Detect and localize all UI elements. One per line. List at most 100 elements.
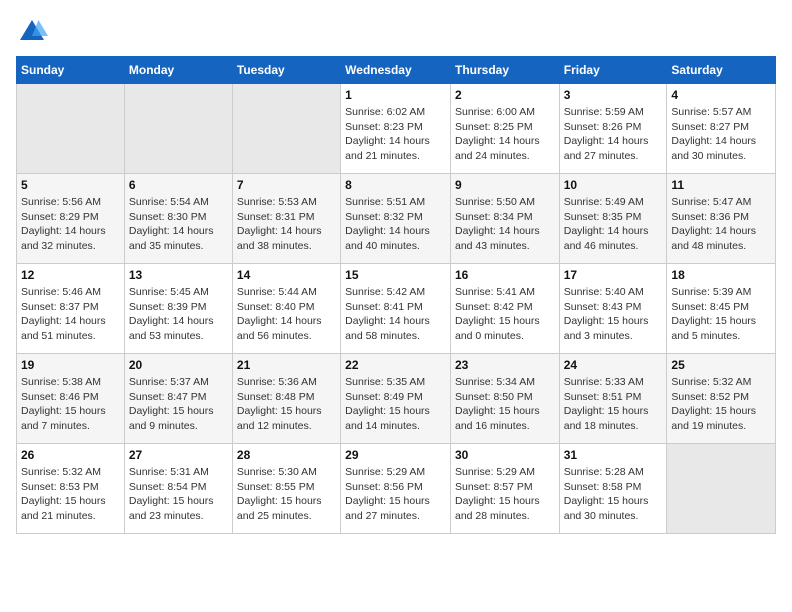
calendar-cell: 18Sunrise: 5:39 AM Sunset: 8:45 PM Dayli… bbox=[667, 264, 776, 354]
day-number: 20 bbox=[129, 358, 228, 372]
day-number: 17 bbox=[564, 268, 663, 282]
calendar-cell: 6 Sunrise: 5:54 AM Sunset: 8:30 PM Daylig… bbox=[124, 174, 232, 264]
header-monday: Monday bbox=[124, 57, 232, 84]
day-number: 10 bbox=[564, 178, 663, 192]
calendar-cell: 4Sunrise: 5:57 AM Sunset: 8:27 PM Daylig… bbox=[667, 84, 776, 174]
day-number: 27 bbox=[129, 448, 228, 462]
day-info: Sunrise: 5:32 AM Sunset: 8:52 PM Dayligh… bbox=[671, 375, 771, 434]
calendar-cell: 17 Sunrise: 5:40 AM Sunset: 8:43 PM Dayli… bbox=[559, 264, 667, 354]
day-number: 18 bbox=[671, 268, 771, 282]
day-number: 7 bbox=[237, 178, 336, 192]
day-info: Sunrise: 5:47 AM Sunset: 8:36 PM Dayligh… bbox=[671, 195, 771, 254]
calendar-cell: 13 Sunrise: 5:45 AM Sunset: 8:39 PM Dayli… bbox=[124, 264, 232, 354]
day-number: 30 bbox=[455, 448, 555, 462]
day-info: Sunrise: 5:40 AM Sunset: 8:43 PM Dayligh… bbox=[564, 285, 663, 344]
day-number: 26 bbox=[21, 448, 120, 462]
day-number: 6 bbox=[129, 178, 228, 192]
calendar-cell: 9Sunrise: 5:50 AM Sunset: 8:34 PM Daylig… bbox=[450, 174, 559, 264]
calendar-cell: 11 Sunrise: 5:47 AM Sunset: 8:36 PM Dayli… bbox=[667, 174, 776, 264]
day-info: Sunrise: 5:56 AM Sunset: 8:29 PM Dayligh… bbox=[21, 195, 120, 254]
day-info: Sunrise: 6:02 AM Sunset: 8:23 PM Dayligh… bbox=[345, 105, 446, 164]
day-number: 23 bbox=[455, 358, 555, 372]
calendar-cell: 5 Sunrise: 5:56 AM Sunset: 8:29 PM Daylig… bbox=[17, 174, 125, 264]
header-row: SundayMondayTuesdayWednesdayThursdayFrid… bbox=[17, 57, 776, 84]
page-header bbox=[16, 16, 776, 48]
day-number: 3 bbox=[564, 88, 663, 102]
header-sunday: Sunday bbox=[17, 57, 125, 84]
calendar-cell: 12 Sunrise: 5:46 AM Sunset: 8:37 PM Dayli… bbox=[17, 264, 125, 354]
week-row-4: 19 Sunrise: 5:38 AM Sunset: 8:46 PM Dayli… bbox=[17, 354, 776, 444]
day-info: Sunrise: 5:32 AM Sunset: 8:53 PM Dayligh… bbox=[21, 465, 120, 524]
day-info: Sunrise: 5:34 AM Sunset: 8:50 PM Dayligh… bbox=[455, 375, 555, 434]
calendar-cell: 22Sunrise: 5:35 AM Sunset: 8:49 PM Dayli… bbox=[341, 354, 451, 444]
day-number: 21 bbox=[237, 358, 336, 372]
calendar-cell: 21 Sunrise: 5:36 AM Sunset: 8:48 PM Dayli… bbox=[232, 354, 340, 444]
calendar-cell: 29 Sunrise: 5:29 AM Sunset: 8:56 PM Dayli… bbox=[341, 444, 451, 534]
day-info: Sunrise: 5:31 AM Sunset: 8:54 PM Dayligh… bbox=[129, 465, 228, 524]
calendar-cell: 7 Sunrise: 5:53 AM Sunset: 8:31 PM Daylig… bbox=[232, 174, 340, 264]
calendar-cell: 25 Sunrise: 5:32 AM Sunset: 8:52 PM Dayli… bbox=[667, 354, 776, 444]
day-info: Sunrise: 5:29 AM Sunset: 8:57 PM Dayligh… bbox=[455, 465, 555, 524]
week-row-2: 5 Sunrise: 5:56 AM Sunset: 8:29 PM Daylig… bbox=[17, 174, 776, 264]
day-number: 8 bbox=[345, 178, 446, 192]
day-number: 24 bbox=[564, 358, 663, 372]
day-number: 29 bbox=[345, 448, 446, 462]
day-info: Sunrise: 5:36 AM Sunset: 8:48 PM Dayligh… bbox=[237, 375, 336, 434]
calendar-cell: 10 Sunrise: 5:49 AM Sunset: 8:35 PM Dayli… bbox=[559, 174, 667, 264]
day-info: Sunrise: 5:37 AM Sunset: 8:47 PM Dayligh… bbox=[129, 375, 228, 434]
header-tuesday: Tuesday bbox=[232, 57, 340, 84]
day-number: 12 bbox=[21, 268, 120, 282]
day-number: 1 bbox=[345, 88, 446, 102]
day-info: Sunrise: 5:33 AM Sunset: 8:51 PM Dayligh… bbox=[564, 375, 663, 434]
day-info: Sunrise: 5:28 AM Sunset: 8:58 PM Dayligh… bbox=[564, 465, 663, 524]
day-info: Sunrise: 5:54 AM Sunset: 8:30 PM Dayligh… bbox=[129, 195, 228, 254]
day-info: Sunrise: 5:35 AM Sunset: 8:49 PM Dayligh… bbox=[345, 375, 446, 434]
day-info: Sunrise: 5:51 AM Sunset: 8:32 PM Dayligh… bbox=[345, 195, 446, 254]
day-number: 11 bbox=[671, 178, 771, 192]
day-number: 31 bbox=[564, 448, 663, 462]
calendar-cell: 1 Sunrise: 6:02 AM Sunset: 8:23 PM Daylig… bbox=[341, 84, 451, 174]
calendar-cell: 15Sunrise: 5:42 AM Sunset: 8:41 PM Dayli… bbox=[341, 264, 451, 354]
day-info: Sunrise: 5:45 AM Sunset: 8:39 PM Dayligh… bbox=[129, 285, 228, 344]
day-number: 14 bbox=[237, 268, 336, 282]
day-number: 19 bbox=[21, 358, 120, 372]
day-info: Sunrise: 5:59 AM Sunset: 8:26 PM Dayligh… bbox=[564, 105, 663, 164]
day-number: 5 bbox=[21, 178, 120, 192]
day-info: Sunrise: 5:29 AM Sunset: 8:56 PM Dayligh… bbox=[345, 465, 446, 524]
calendar-cell: 3 Sunrise: 5:59 AM Sunset: 8:26 PM Daylig… bbox=[559, 84, 667, 174]
header-friday: Friday bbox=[559, 57, 667, 84]
calendar-cell: 20 Sunrise: 5:37 AM Sunset: 8:47 PM Dayli… bbox=[124, 354, 232, 444]
day-number: 13 bbox=[129, 268, 228, 282]
day-info: Sunrise: 5:53 AM Sunset: 8:31 PM Dayligh… bbox=[237, 195, 336, 254]
day-info: Sunrise: 5:46 AM Sunset: 8:37 PM Dayligh… bbox=[21, 285, 120, 344]
header-saturday: Saturday bbox=[667, 57, 776, 84]
day-info: Sunrise: 5:30 AM Sunset: 8:55 PM Dayligh… bbox=[237, 465, 336, 524]
day-info: Sunrise: 5:44 AM Sunset: 8:40 PM Dayligh… bbox=[237, 285, 336, 344]
day-number: 25 bbox=[671, 358, 771, 372]
day-number: 28 bbox=[237, 448, 336, 462]
header-wednesday: Wednesday bbox=[341, 57, 451, 84]
calendar-cell: 27 Sunrise: 5:31 AM Sunset: 8:54 PM Dayli… bbox=[124, 444, 232, 534]
calendar-cell bbox=[232, 84, 340, 174]
calendar-cell: 16 Sunrise: 5:41 AM Sunset: 8:42 PM Dayli… bbox=[450, 264, 559, 354]
calendar-cell: 8 Sunrise: 5:51 AM Sunset: 8:32 PM Daylig… bbox=[341, 174, 451, 264]
day-number: 16 bbox=[455, 268, 555, 282]
day-info: Sunrise: 5:49 AM Sunset: 8:35 PM Dayligh… bbox=[564, 195, 663, 254]
week-row-3: 12 Sunrise: 5:46 AM Sunset: 8:37 PM Dayli… bbox=[17, 264, 776, 354]
day-info: Sunrise: 5:38 AM Sunset: 8:46 PM Dayligh… bbox=[21, 375, 120, 434]
calendar-cell: 19 Sunrise: 5:38 AM Sunset: 8:46 PM Dayli… bbox=[17, 354, 125, 444]
day-info: Sunrise: 5:42 AM Sunset: 8:41 PM Dayligh… bbox=[345, 285, 446, 344]
calendar-cell bbox=[124, 84, 232, 174]
day-info: Sunrise: 5:41 AM Sunset: 8:42 PM Dayligh… bbox=[455, 285, 555, 344]
day-info: Sunrise: 5:50 AM Sunset: 8:34 PM Dayligh… bbox=[455, 195, 555, 254]
week-row-5: 26 Sunrise: 5:32 AM Sunset: 8:53 PM Dayli… bbox=[17, 444, 776, 534]
calendar-cell: 24 Sunrise: 5:33 AM Sunset: 8:51 PM Dayli… bbox=[559, 354, 667, 444]
calendar-table: SundayMondayTuesdayWednesdayThursdayFrid… bbox=[16, 56, 776, 534]
calendar-cell: 2Sunrise: 6:00 AM Sunset: 8:25 PM Daylig… bbox=[450, 84, 559, 174]
logo-icon bbox=[16, 16, 48, 48]
calendar-cell bbox=[667, 444, 776, 534]
day-info: Sunrise: 6:00 AM Sunset: 8:25 PM Dayligh… bbox=[455, 105, 555, 164]
calendar-cell bbox=[17, 84, 125, 174]
calendar-cell: 28 Sunrise: 5:30 AM Sunset: 8:55 PM Dayli… bbox=[232, 444, 340, 534]
header-thursday: Thursday bbox=[450, 57, 559, 84]
